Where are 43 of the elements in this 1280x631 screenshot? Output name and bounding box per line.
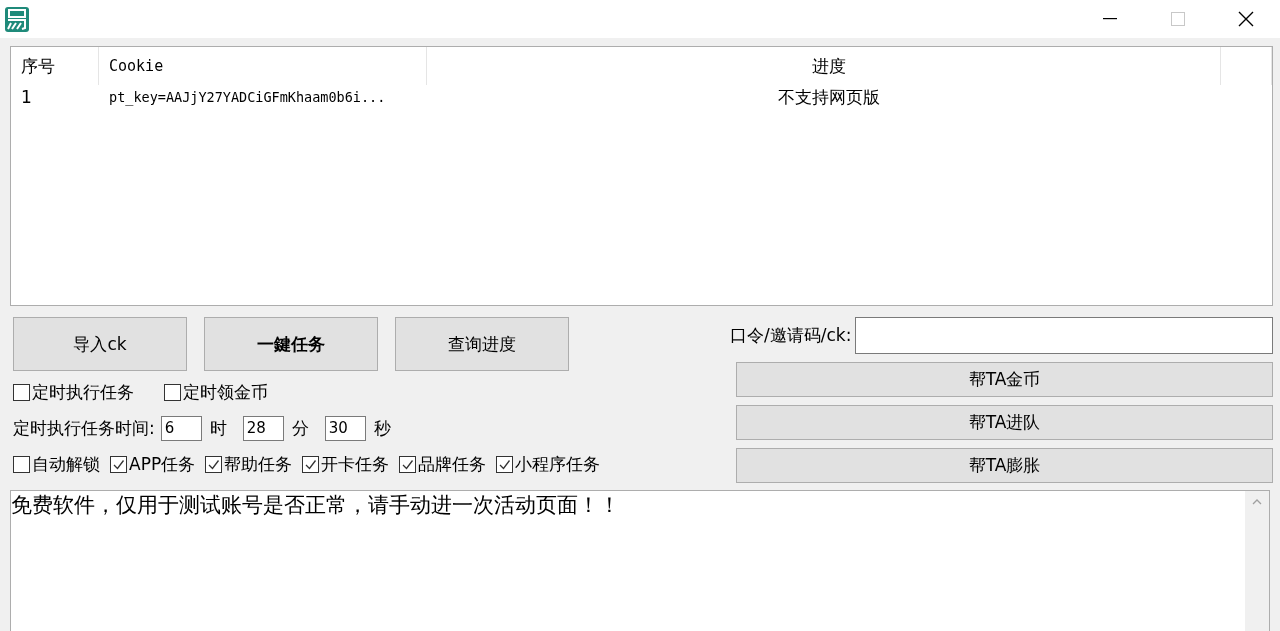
checkbox[interactable] bbox=[13, 455, 30, 473]
invite-label: 口令/邀请码/ck: bbox=[730, 324, 852, 347]
scrollbar[interactable] bbox=[1245, 491, 1269, 631]
checkbox[interactable] bbox=[164, 383, 181, 401]
column-header[interactable]: 序号 bbox=[11, 47, 99, 85]
log-text: 免费软件，仅用于测试账号是否正常，请手动进一次活动页面！！ bbox=[11, 492, 621, 519]
time-field[interactable]: 6 bbox=[160, 415, 202, 441]
checkbox-label: 帮助任务 bbox=[224, 452, 293, 476]
checkbox-label: 开卡任务 bbox=[321, 452, 390, 476]
unit-label: 分 bbox=[291, 416, 309, 440]
checkbox[interactable] bbox=[399, 455, 417, 473]
checkbox[interactable] bbox=[13, 383, 30, 401]
time-label: 定时执行任务时间: bbox=[13, 416, 155, 440]
invite-field[interactable] bbox=[855, 317, 1273, 354]
help-button[interactable]: 帮TA进队 bbox=[736, 405, 1273, 440]
action-button[interactable]: 查询进度 bbox=[395, 317, 569, 371]
checkbox-label: 自动解锁 bbox=[32, 452, 100, 476]
action-button[interactable]: 导入ck bbox=[13, 317, 187, 371]
action-button[interactable]: 一鍵任务 bbox=[204, 317, 378, 371]
help-button[interactable]: 帮TA膨胀 bbox=[736, 448, 1273, 483]
checkbox[interactable] bbox=[496, 455, 514, 473]
column-header[interactable]: 进度 bbox=[427, 47, 1221, 85]
time-field[interactable]: 28 bbox=[242, 415, 284, 441]
time-field[interactable]: 30 bbox=[324, 415, 366, 441]
minimize-icon[interactable] bbox=[1103, 18, 1117, 20]
column-header[interactable]: Cookie bbox=[99, 47, 427, 85]
table-cell-text: pt_key=AAJjY27YADCiGFmKhaam0b6i... bbox=[108, 89, 387, 105]
checkbox-label: 定时领金币 bbox=[183, 380, 268, 404]
help-button[interactable]: 帮TA金币 bbox=[736, 362, 1273, 397]
checkbox-label: 品牌任务 bbox=[418, 452, 487, 476]
checkbox-label: 小程序任务 bbox=[515, 452, 601, 476]
unit-label: 时 bbox=[209, 416, 227, 440]
unit-label: 秒 bbox=[373, 416, 391, 440]
checkbox[interactable] bbox=[302, 455, 320, 473]
checkbox-label: APP任务 bbox=[129, 452, 196, 476]
table-cell-text: 不支持网页版 bbox=[777, 85, 881, 109]
table-cell-text: 1 bbox=[20, 87, 33, 107]
log-area[interactable]: 免费软件，仅用于测试账号是否正常，请手动进一次活动页面！！ bbox=[10, 490, 1270, 631]
close-icon[interactable] bbox=[1238, 11, 1254, 27]
app-logo-icon bbox=[5, 6, 29, 32]
checkbox-label: 定时执行任务 bbox=[32, 380, 134, 404]
checkbox[interactable] bbox=[110, 455, 127, 473]
checkbox[interactable] bbox=[205, 455, 223, 473]
